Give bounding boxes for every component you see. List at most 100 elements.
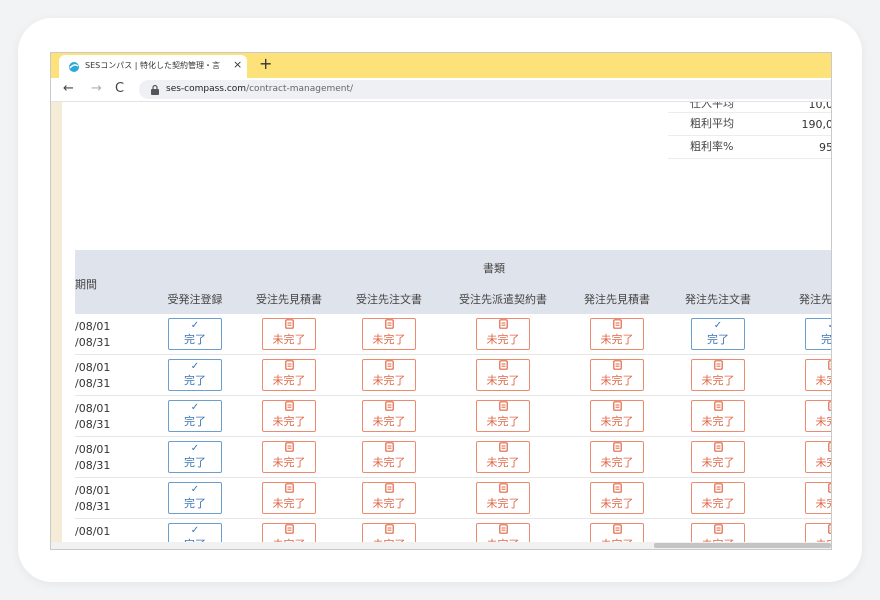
document-icon xyxy=(284,319,294,329)
incomplete-status-button[interactable]: 未完了 xyxy=(805,482,831,514)
document-icon xyxy=(806,442,831,456)
reload-button[interactable]: C xyxy=(115,81,124,96)
incomplete-status-button[interactable]: 未完了 xyxy=(590,318,644,350)
check-icon: ✓ xyxy=(713,320,723,331)
column-header[interactable]: 発注先派遣契 xyxy=(799,291,831,307)
document-icon xyxy=(612,442,622,452)
document-icon xyxy=(591,360,643,374)
column-header[interactable]: 発注先見積書 xyxy=(584,291,650,307)
incomplete-status-button[interactable]: 未完了 xyxy=(805,400,831,432)
completed-status-button[interactable]: ✓完了 xyxy=(168,400,222,432)
new-tab-button[interactable]: + xyxy=(259,54,272,73)
forward-button[interactable]: → xyxy=(91,81,102,96)
incomplete-status-button[interactable]: 未完了 xyxy=(805,359,831,391)
completed-status-button[interactable]: ✓完了 xyxy=(168,318,222,350)
document-icon xyxy=(284,360,294,370)
status-label: 未完了 xyxy=(272,456,306,469)
document-icon xyxy=(498,401,508,411)
document-icon xyxy=(806,483,831,497)
horizontal-scrollbar[interactable] xyxy=(51,542,831,549)
incomplete-status-button[interactable]: 未完了 xyxy=(476,359,530,391)
incomplete-status-button[interactable]: 未完了 xyxy=(691,400,745,432)
period-cell: /08/01/08/31 xyxy=(75,319,110,351)
incomplete-status-button[interactable]: 未完了 xyxy=(691,441,745,473)
document-icon xyxy=(692,524,744,538)
incomplete-status-button[interactable]: 未完了 xyxy=(691,482,745,514)
completed-status-button[interactable]: ✓完了 xyxy=(691,318,745,350)
incomplete-status-button[interactable]: 未完了 xyxy=(262,441,316,473)
incomplete-status-button[interactable]: 未完了 xyxy=(262,359,316,391)
completed-status-button[interactable]: ✓完了 xyxy=(168,482,222,514)
column-header[interactable]: 受注先注文書 xyxy=(356,291,422,307)
table-row: /08/01/08/31 ✓ 完了 未完了 未完了 未完了 未完了 未完了 未完了 xyxy=(75,396,831,437)
incomplete-status-button[interactable]: 未完了 xyxy=(262,400,316,432)
incomplete-status-button[interactable]: 未完了 xyxy=(262,482,316,514)
document-icon xyxy=(498,524,508,534)
url-domain: ses-compass.com xyxy=(166,84,247,94)
document-icon xyxy=(363,524,415,538)
column-header[interactable]: 発注先注文書 xyxy=(685,291,751,307)
status-label: 完了 xyxy=(821,333,831,346)
table-row: /08/01/08/31 ✓ 完了 未完了 未完了 未完了 未完了 未完了 未完了 xyxy=(75,355,831,396)
incomplete-status-button[interactable]: 未完了 xyxy=(362,441,416,473)
summary-label: 粗利率% xyxy=(690,140,734,153)
status-label: 未完了 xyxy=(372,456,406,469)
completed-status-button[interactable]: ✓完了 xyxy=(805,318,831,350)
incomplete-status-button[interactable]: 未完了 xyxy=(362,359,416,391)
document-icon xyxy=(263,401,315,415)
status-label: 未完了 xyxy=(486,456,520,469)
incomplete-status-button[interactable]: 未完了 xyxy=(805,441,831,473)
document-icon xyxy=(612,524,622,534)
incomplete-status-button[interactable]: 未完了 xyxy=(476,482,530,514)
incomplete-status-button[interactable]: 未完了 xyxy=(476,441,530,473)
incomplete-status-button[interactable]: 未完了 xyxy=(262,318,316,350)
incomplete-status-button[interactable]: 未完了 xyxy=(590,359,644,391)
document-icon xyxy=(384,319,394,329)
document-icon xyxy=(384,524,394,534)
status-label: 未完了 xyxy=(600,374,634,387)
column-header[interactable]: 受注先見積書 xyxy=(256,291,322,307)
incomplete-status-button[interactable]: 未完了 xyxy=(362,400,416,432)
close-tab-icon[interactable]: × xyxy=(233,58,242,71)
document-icon xyxy=(384,401,394,411)
table-header: 書類 期間 受発注登録 受注先見積書 受注先注文書 受注先派遣契約書 発注先見積… xyxy=(75,250,831,314)
document-icon xyxy=(692,401,744,415)
status-label: 未完了 xyxy=(701,374,735,387)
incomplete-status-button[interactable]: 未完了 xyxy=(476,318,530,350)
url-input[interactable]: ses-compass.com/contract-management/ xyxy=(139,80,831,99)
incomplete-status-button[interactable]: 未完了 xyxy=(590,400,644,432)
document-icon xyxy=(806,360,831,374)
document-icon xyxy=(363,483,415,497)
document-icon xyxy=(591,401,643,415)
incomplete-status-button[interactable]: 未完了 xyxy=(590,441,644,473)
incomplete-status-button[interactable]: 未完了 xyxy=(362,482,416,514)
column-header[interactable]: 受発注登録 xyxy=(168,291,223,307)
summary-value: 95 xyxy=(819,141,831,154)
incomplete-status-button[interactable]: 未完了 xyxy=(476,400,530,432)
status-label: 未完了 xyxy=(372,333,406,346)
incomplete-status-button[interactable]: 未完了 xyxy=(590,482,644,514)
document-icon xyxy=(363,401,415,415)
incomplete-status-button[interactable]: 未完了 xyxy=(691,359,745,391)
document-icon xyxy=(284,483,294,493)
column-header[interactable]: 受注先派遣契約書 xyxy=(459,291,547,307)
scrollbar-thumb[interactable] xyxy=(654,543,831,548)
check-icon: ✓ xyxy=(190,361,200,372)
document-icon xyxy=(363,442,415,456)
document-icon xyxy=(477,483,529,497)
document-icon xyxy=(827,483,831,493)
completed-status-button[interactable]: ✓完了 xyxy=(168,359,222,391)
check-icon: ✓ xyxy=(806,319,831,333)
document-icon xyxy=(612,483,622,493)
status-label: 未完了 xyxy=(600,415,634,428)
document-icon xyxy=(612,401,622,411)
document-icon xyxy=(806,524,831,538)
browser-tab[interactable]: SESコンパス | 特化した契約管理・言 × xyxy=(59,55,247,78)
incomplete-status-button[interactable]: 未完了 xyxy=(362,318,416,350)
status-label: 未完了 xyxy=(272,333,306,346)
document-icon xyxy=(263,360,315,374)
completed-status-button[interactable]: ✓完了 xyxy=(168,441,222,473)
back-button[interactable]: ← xyxy=(63,81,74,96)
table-row: /08/01/08/31 ✓ 完了 未完了 未完了 未完了 未完了 未完了 未完了 xyxy=(75,478,831,519)
document-icon xyxy=(263,319,315,333)
